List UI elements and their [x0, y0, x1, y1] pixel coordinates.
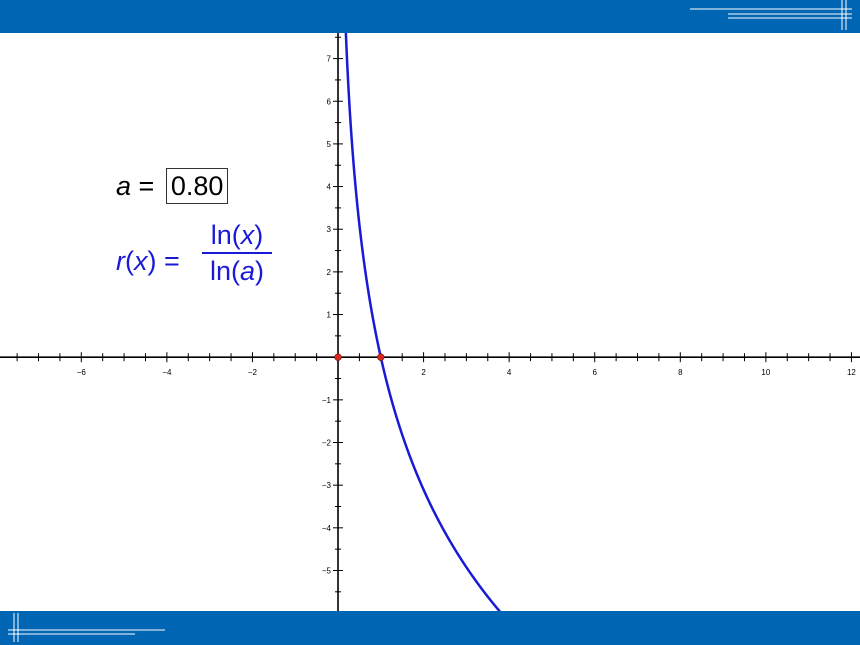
y-tick-label: 4 — [327, 183, 332, 192]
y-tick-label: 1 — [327, 311, 332, 320]
parameter-a-row: a = 0.80 — [116, 168, 229, 204]
fraction-bar — [202, 252, 272, 254]
y-tick-label: −3 — [322, 481, 332, 490]
marked-point — [377, 353, 385, 361]
y-tick-label: 2 — [327, 268, 332, 277]
y-tick-label: 5 — [327, 140, 332, 149]
x-tick-label: 4 — [507, 368, 512, 377]
equals-sign: = — [138, 171, 155, 201]
lhs-open-paren: ( — [125, 246, 134, 276]
parameter-a-label: a — [116, 171, 132, 201]
lhs-close-paren: ) — [147, 246, 157, 276]
tick-labels-layer: −6 −4 −2 2 4 6 8 10 12−5−4−3−2−11234567 — [77, 55, 857, 576]
function-curve — [344, 33, 502, 611]
x-tick-label: 10 — [761, 368, 770, 377]
y-tick-label: 3 — [327, 225, 332, 234]
fraction-numerator: ln(x) — [202, 220, 272, 250]
bottom-banner — [0, 611, 860, 645]
numerator-ln: ln( — [210, 220, 241, 250]
curve-layer — [344, 33, 502, 611]
y-tick-label: −4 — [322, 524, 332, 533]
x-tick-label: −6 — [77, 368, 87, 377]
denominator-variable: a — [239, 256, 256, 286]
numerator-variable: x — [240, 220, 255, 250]
top-banner — [0, 0, 860, 33]
x-tick-label: −2 — [248, 368, 258, 377]
function-lhs: r(x) = — [116, 246, 180, 277]
marked-point — [334, 353, 342, 361]
function-plot: −6 −4 −2 2 4 6 8 10 12−5−4−3−2−11234567 — [0, 33, 860, 611]
x-tick-label: 12 — [847, 368, 856, 377]
x-tick-label: −4 — [162, 368, 172, 377]
y-tick-label: −1 — [322, 396, 332, 405]
x-tick-label: 2 — [421, 368, 426, 377]
ticks-layer — [16, 36, 852, 593]
numerator-close: ) — [254, 220, 264, 250]
y-tick-label: −2 — [322, 439, 332, 448]
x-tick-label: 6 — [592, 368, 597, 377]
function-name: r — [116, 246, 125, 276]
y-tick-label: 6 — [327, 97, 332, 106]
denominator-close: ) — [255, 256, 265, 286]
fraction-denominator: ln(a) — [202, 256, 272, 286]
lhs-variable: x — [134, 246, 148, 276]
axes-layer — [0, 33, 860, 611]
x-tick-label: 8 — [678, 368, 683, 377]
lhs-equals: = — [164, 246, 180, 276]
fraction: ln(x) ln(a) — [202, 220, 272, 286]
denominator-ln: ln( — [209, 256, 240, 286]
parameter-a-value-box[interactable]: 0.80 — [165, 168, 229, 204]
y-tick-label: −5 — [322, 566, 332, 575]
y-tick-label: 7 — [327, 55, 332, 64]
